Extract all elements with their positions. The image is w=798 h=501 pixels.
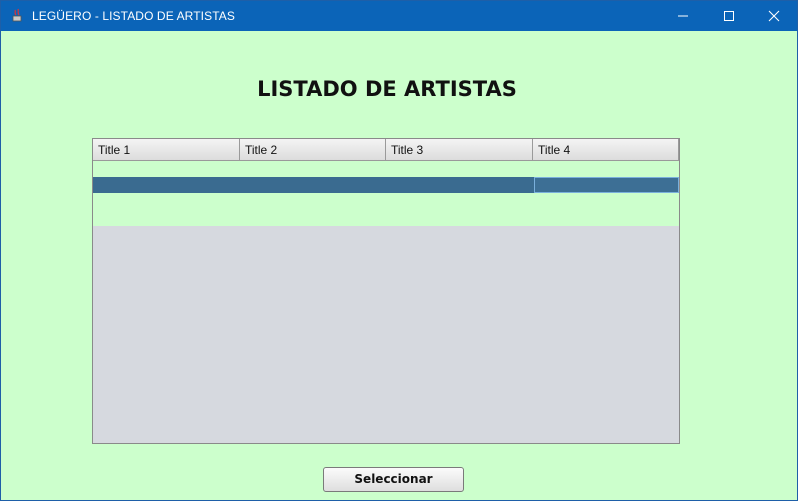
maximize-icon [724, 11, 734, 21]
table-row[interactable] [93, 161, 679, 177]
minimize-button[interactable] [660, 1, 706, 31]
close-icon [768, 10, 780, 22]
table-body [93, 161, 679, 226]
maximize-button[interactable] [706, 1, 752, 31]
table-row[interactable] [93, 193, 679, 209]
select-button[interactable]: Seleccionar [323, 467, 464, 492]
artists-table[interactable]: Title 1 Title 2 Title 3 Title 4 [92, 138, 680, 444]
minimize-icon [678, 15, 688, 17]
focused-cell[interactable] [534, 177, 679, 193]
table-header: Title 1 Title 2 Title 3 Title 4 [93, 139, 679, 161]
page-title: LISTADO DE ARTISTAS [257, 77, 517, 101]
table-row-selected[interactable] [93, 177, 679, 193]
app-window: LEGÜERO - LISTADO DE ARTISTAS LISTADO DE… [0, 0, 798, 501]
window-title: LEGÜERO - LISTADO DE ARTISTAS [32, 9, 235, 23]
close-button[interactable] [751, 1, 797, 31]
column-header-3[interactable]: Title 3 [386, 139, 533, 160]
java-app-icon [12, 8, 22, 22]
table-row[interactable] [93, 209, 679, 225]
column-header-4[interactable]: Title 4 [533, 139, 679, 160]
column-header-2[interactable]: Title 2 [240, 139, 386, 160]
title-bar[interactable]: LEGÜERO - LISTADO DE ARTISTAS [1, 1, 797, 31]
column-header-1[interactable]: Title 1 [93, 139, 240, 160]
